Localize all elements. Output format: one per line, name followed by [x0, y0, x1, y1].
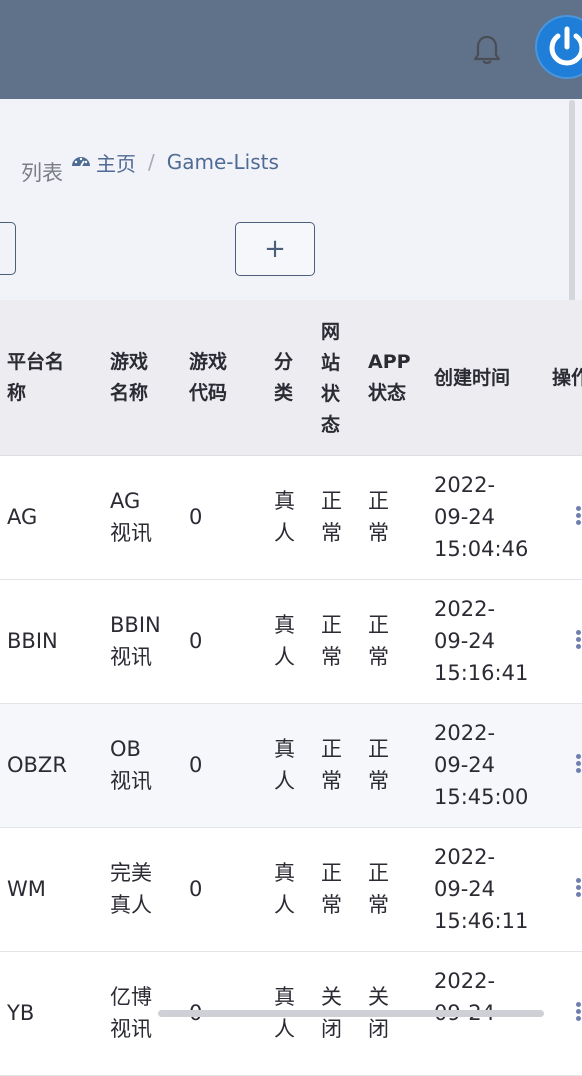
cell-platform: BBIN: [7, 629, 58, 653]
cell-app-status: 正 常: [368, 489, 389, 545]
page-title: 列表: [21, 161, 63, 185]
header-actions: 操作: [552, 367, 582, 389]
cell-category: 真 人: [274, 861, 295, 917]
cell-category: 真 人: [274, 613, 295, 669]
top-navbar: [0, 0, 582, 99]
more-actions-icon[interactable]: [576, 504, 582, 527]
header-game-code: 游戏 代码: [189, 351, 228, 404]
header-game-name: 游戏 名称: [110, 351, 149, 404]
header-category: 分 类: [274, 351, 294, 404]
cell-created-time: 2022- 09-24 15:46:11: [434, 845, 529, 933]
cell-game-name: BBIN 视讯: [110, 613, 161, 669]
cell-app-status: 正 常: [368, 737, 389, 793]
breadcrumb-current: Game-Lists: [166, 150, 279, 174]
breadcrumb-separator: /: [148, 150, 155, 174]
cell-web-status: 正 常: [321, 489, 342, 545]
search-button[interactable]: [0, 222, 16, 275]
cell-created-time: 2022- 09-24 15:16:41: [434, 597, 529, 685]
cell-created-time: 2022- 09-24: [434, 969, 496, 1025]
cell-game-code: 0: [189, 629, 203, 653]
table-row: BBIN BBIN 视讯 0 真 人 正 常 正 常 2022- 09-24 1…: [0, 580, 582, 704]
more-actions-icon[interactable]: [576, 876, 582, 899]
cell-platform: WM: [7, 877, 46, 901]
cell-created-time: 2022- 09-24 15:45:00: [434, 721, 529, 809]
vertical-scrollbar[interactable]: [569, 100, 575, 332]
breadcrumb: 主页 / Game-Lists: [70, 148, 279, 177]
cell-platform: OBZR: [7, 753, 67, 777]
cell-platform: AG: [7, 505, 38, 529]
more-actions-icon[interactable]: [576, 628, 582, 651]
power-icon: [549, 26, 582, 66]
cell-game-name: AG 视讯: [110, 489, 152, 545]
table-row: OBZR OB 视讯 0 真 人 正 常 正 常 2022- 09-24 15:…: [0, 704, 582, 828]
table-header: 平台名 称 游戏 名称 游戏 代码 分 类 网 站 状 态 APP 状态 创建时…: [0, 300, 582, 456]
cell-platform: YB: [7, 1001, 35, 1025]
cell-web-status: 正 常: [321, 613, 342, 669]
avatar[interactable]: [535, 15, 582, 79]
cell-web-status: 正 常: [321, 861, 342, 917]
cell-game-code: 0: [189, 877, 203, 901]
cell-game-code: 0: [189, 505, 203, 529]
cell-game-name: 完美 真人: [110, 861, 152, 917]
games-table: 平台名 称 游戏 名称 游戏 代码 分 类 网 站 状 态 APP 状态 创建时…: [0, 300, 582, 1076]
table-row: AG AG 视讯 0 真 人 正 常 正 常 2022- 09-24 15:04…: [0, 456, 582, 580]
cell-category: 真 人: [274, 737, 295, 793]
more-actions-icon[interactable]: [576, 752, 582, 775]
more-actions-icon[interactable]: [576, 1000, 582, 1023]
header-created-time: 创建时间: [434, 367, 511, 389]
header-app-status: APP 状态: [368, 351, 411, 404]
cell-created-time: 2022- 09-24 15:04:46: [434, 473, 529, 561]
cell-app-status: 正 常: [368, 861, 389, 917]
bell-icon[interactable]: [470, 33, 504, 67]
add-game-button[interactable]: +: [235, 222, 315, 276]
table-row: WM 完美 真人 0 真 人 正 常 正 常 2022- 09-24 15:46…: [0, 828, 582, 952]
cell-web-status: 正 常: [321, 737, 342, 793]
header-platform: 平台名 称: [7, 351, 65, 404]
breadcrumb-home-link[interactable]: 主页: [96, 148, 136, 177]
header-web-status: 网 站 状 态: [321, 321, 341, 436]
cell-game-name: OB 视讯: [110, 737, 152, 793]
cell-app-status: 正 常: [368, 613, 389, 669]
horizontal-scrollbar[interactable]: [158, 1010, 544, 1017]
cell-game-code: 0: [189, 753, 203, 777]
cell-category: 真 人: [274, 489, 295, 545]
cell-game-name: 亿博 视讯: [110, 985, 152, 1041]
dashboard-gauge-icon: [72, 157, 90, 167]
